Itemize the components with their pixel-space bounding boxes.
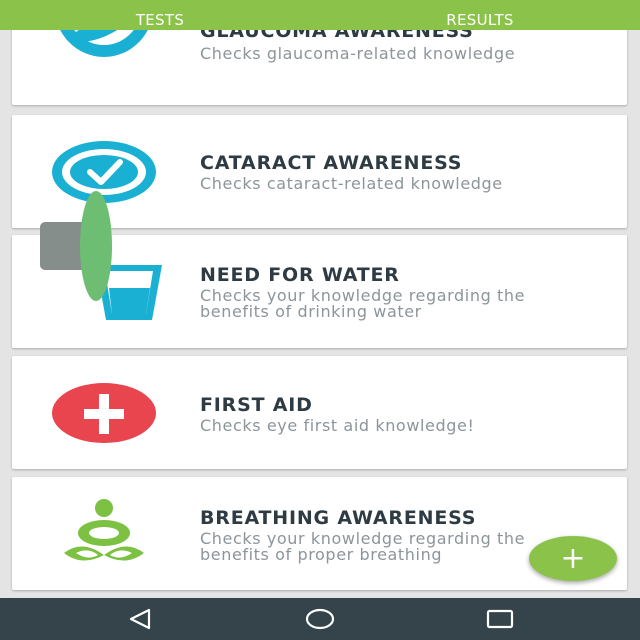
test-card-breathing[interactable]: BREATHING AWARENESS Checks your knowledg… bbox=[12, 477, 627, 590]
app-screen: GLAUCOMA AWARENESS Checks glaucoma-relat… bbox=[0, 0, 640, 640]
overlay-green-oval bbox=[80, 191, 112, 301]
card-description: Checks eye first aid knowledge! bbox=[200, 416, 475, 435]
tab-results[interactable]: RESULTS bbox=[320, 0, 640, 30]
first-aid-cross-icon bbox=[52, 383, 156, 443]
card-title: CATARACT AWARENESS bbox=[200, 152, 463, 174]
card-description: Checks cataract-related knowledge bbox=[200, 174, 503, 193]
system-nav-bar bbox=[0, 598, 640, 640]
back-triangle-icon[interactable] bbox=[110, 598, 170, 640]
add-fab-button[interactable]: + bbox=[529, 536, 617, 581]
home-circle-icon[interactable] bbox=[290, 598, 350, 640]
plus-icon: + bbox=[560, 541, 586, 576]
meditation-icon bbox=[64, 499, 144, 561]
card-description: Checks your knowledge regarding the bene… bbox=[200, 286, 526, 321]
cataract-check-icon bbox=[52, 141, 156, 203]
card-title: BREATHING AWARENESS bbox=[200, 507, 477, 529]
card-description: Checks glaucoma-related knowledge bbox=[200, 44, 516, 63]
test-card-first-aid[interactable]: FIRST AID Checks eye first aid knowledge… bbox=[12, 356, 627, 469]
recents-square-icon[interactable] bbox=[470, 598, 530, 640]
tab-bar: TESTS RESULTS bbox=[0, 0, 640, 30]
card-title: NEED FOR WATER bbox=[200, 264, 400, 286]
tab-tests[interactable]: TESTS bbox=[0, 0, 320, 30]
card-title: FIRST AID bbox=[200, 394, 313, 416]
